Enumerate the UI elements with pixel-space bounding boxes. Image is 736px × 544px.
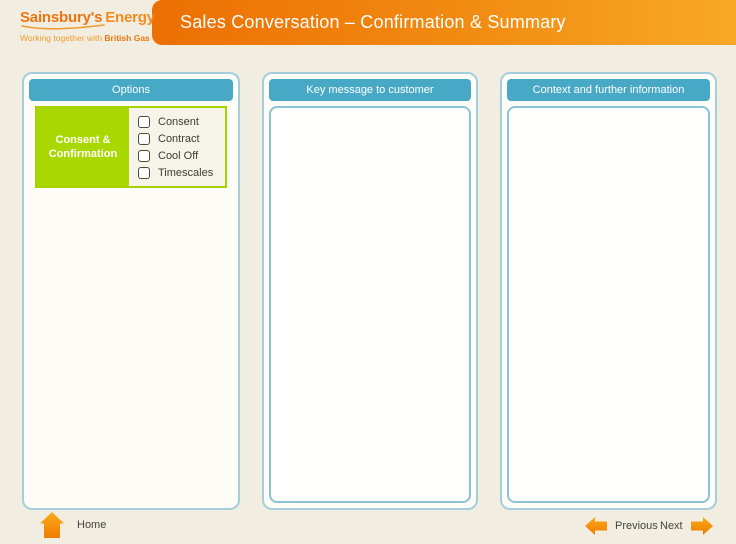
sainsburys-energy-logo: Sainsbury'sEnergy Working together with … [20,9,145,43]
previous-arrow-icon [585,517,607,535]
context-content-area [507,106,710,503]
key-message-content-area [269,106,471,503]
home-button[interactable]: Home [40,512,106,538]
checkbox-cool-off[interactable] [138,150,150,162]
option-row-cool-off[interactable]: Cool Off [138,147,225,164]
home-button-label: Home [77,519,106,531]
logo-brand-text: Sainsbury's [20,9,102,26]
logo-tagline: Working together with British Gas [20,33,145,43]
context-panel-header: Context and further information [507,79,710,101]
logo-energy-text: Energy [105,9,155,26]
next-button-label: Next [660,520,683,532]
british-gas-text: British Gas [104,33,149,43]
page-header-banner: Sales Conversation – Confirmation & Summ… [152,0,736,45]
options-panel: Options Consent & Confirmation Consent C… [22,72,240,510]
group-label-consent-confirmation: Consent & Confirmation [37,108,129,186]
option-row-consent[interactable]: Consent [138,113,225,130]
logo-wordmark: Sainsbury'sEnergy [20,9,145,26]
next-button[interactable]: Next [660,517,713,535]
checkbox-timescales[interactable] [138,167,150,179]
option-label-timescales: Timescales [158,167,213,179]
options-checkbox-list: Consent Contract Cool Off Timescales [129,108,225,186]
checkbox-consent[interactable] [138,116,150,128]
previous-button[interactable]: Previous [585,517,658,535]
page-title: Sales Conversation – Confirmation & Summ… [152,12,566,33]
checkbox-contract[interactable] [138,133,150,145]
next-arrow-icon [691,517,713,535]
context-panel: Context and further information [500,72,717,510]
home-icon [40,512,64,538]
consent-confirmation-group: Consent & Confirmation Consent Contract … [35,106,227,188]
option-label-cool-off: Cool Off [158,150,198,162]
key-message-panel: Key message to customer [262,72,478,510]
option-label-contract: Contract [158,133,200,145]
option-label-consent: Consent [158,116,199,128]
options-panel-header: Options [29,79,233,101]
option-row-contract[interactable]: Contract [138,130,225,147]
key-message-panel-header: Key message to customer [269,79,471,101]
previous-button-label: Previous [615,520,658,532]
option-row-timescales[interactable]: Timescales [138,164,225,181]
